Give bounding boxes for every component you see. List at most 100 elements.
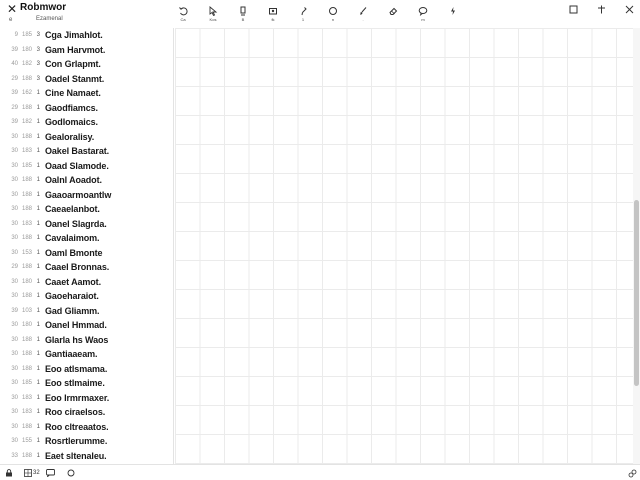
- row-code: 183: [21, 394, 32, 401]
- row-code: 180: [21, 322, 32, 329]
- title-bar: ✕ Robmwor e Ezamenal Ca Kos B fk 1 n . m: [0, 0, 640, 28]
- list-item[interactable]: 30 185 1 Oaad Slamode.: [0, 159, 173, 174]
- scrollbar-thumb[interactable]: [634, 200, 639, 386]
- row-number: 30: [11, 394, 18, 401]
- list-item[interactable]: 30 188 1 Gealoralisy.: [0, 130, 173, 145]
- item-list[interactable]: 9 185 3 Cga Jimahlot. 39 180 3 Gam Harvmot. 40 18…: [0, 28, 174, 464]
- close-icon[interactable]: ✕: [6, 3, 18, 15]
- close-window-icon[interactable]: [624, 4, 634, 14]
- pin-icon[interactable]: [596, 4, 606, 14]
- back-icon[interactable]: e: [9, 17, 12, 23]
- list-item[interactable]: 29 188 1 Gaodfiamcs.: [0, 101, 173, 116]
- chat-icon[interactable]: [46, 468, 56, 478]
- vertical-scrollbar[interactable]: [633, 28, 640, 464]
- list-item[interactable]: 30 155 1 Rosrtlerumme.: [0, 434, 173, 449]
- tool-shape[interactable]: n: [318, 6, 348, 26]
- row-number: 30: [11, 206, 18, 213]
- row-code: 183: [21, 148, 32, 155]
- tool-pointer[interactable]: Kos: [198, 6, 228, 26]
- tool-brush[interactable]: .: [348, 6, 378, 26]
- row-number: 30: [11, 336, 18, 343]
- list-item[interactable]: 29 188 1 Caael Bronnas.: [0, 260, 173, 275]
- brush-icon: [360, 7, 367, 15]
- tool-lightning[interactable]: [438, 6, 468, 26]
- row-number: 30: [11, 133, 18, 140]
- row-code: 188: [21, 235, 32, 242]
- row-code: 162: [21, 90, 32, 97]
- row-flag: 1: [36, 206, 40, 213]
- lock-icon[interactable]: [5, 468, 13, 478]
- list-item[interactable]: 30 188 1 Caeaelanbot.: [0, 202, 173, 217]
- list-item[interactable]: 30 180 1 Oanel Hmmad.: [0, 318, 173, 333]
- row-flag: 1: [36, 365, 40, 372]
- row-number: 39: [11, 46, 18, 53]
- row-number: 30: [11, 220, 18, 227]
- row-label: Cine Namaet.: [45, 88, 101, 99]
- tool-label: m: [421, 17, 425, 22]
- row-flag: 1: [36, 249, 40, 256]
- list-item[interactable]: 30 188 1 Eoo atlsmama.: [0, 362, 173, 377]
- row-number: 39: [11, 90, 18, 97]
- list-item[interactable]: 29 188 3 Oadel Stanmt.: [0, 72, 173, 87]
- list-item[interactable]: 30 183 1 Oakel Bastarat.: [0, 144, 173, 159]
- row-label: Gantiaaeam.: [45, 349, 98, 360]
- list-item[interactable]: 30 188 1 Oalnl Aoadot.: [0, 173, 173, 188]
- list-item[interactable]: 30 153 1 Oaml Bmonte: [0, 246, 173, 261]
- row-number: 30: [11, 438, 18, 445]
- list-item[interactable]: 30 185 1 Eoo stlmaime.: [0, 376, 173, 391]
- list-item[interactable]: 30 188 1 Gaaoarmoantlw: [0, 188, 173, 203]
- tool-pen[interactable]: 1: [288, 6, 318, 26]
- grid-toggle[interactable]: 32: [24, 468, 40, 478]
- list-item[interactable]: 30 188 1 Cavalaimom.: [0, 231, 173, 246]
- list-item[interactable]: 39 182 1 Godlomaics.: [0, 115, 173, 130]
- list-item[interactable]: 30 188 1 Glarla hs Waos: [0, 333, 173, 348]
- row-label: Oanel Hmmad.: [45, 320, 107, 331]
- row-label: Godlomaics.: [45, 117, 98, 128]
- row-label: Oadel Stanmt.: [45, 73, 105, 84]
- row-flag: 1: [36, 235, 40, 242]
- tool-text[interactable]: B: [228, 6, 258, 26]
- minimize-icon[interactable]: [568, 4, 578, 14]
- list-item[interactable]: 30 183 1 Eoo Irmrmaxer.: [0, 391, 173, 406]
- tool-undo[interactable]: Ca: [168, 6, 198, 26]
- row-label: Cga Jimahlot.: [45, 30, 103, 41]
- list-item[interactable]: 30 188 1 Gaoeharaiot.: [0, 289, 173, 304]
- row-flag: 1: [36, 162, 40, 169]
- list-item[interactable]: 40 182 3 Con Grlapmt.: [0, 57, 173, 72]
- list-item[interactable]: 30 180 1 Caaet Aamot.: [0, 275, 173, 290]
- row-number: 9: [14, 32, 18, 39]
- comment-icon: [418, 7, 428, 16]
- row-number: 30: [11, 148, 18, 155]
- row-number: 39: [11, 119, 18, 126]
- row-code: 180: [21, 46, 32, 53]
- grid-canvas[interactable]: [175, 28, 633, 464]
- list-item[interactable]: 39 162 1 Cine Namaet.: [0, 86, 173, 101]
- tool-image[interactable]: fk: [258, 6, 288, 26]
- row-flag: 1: [36, 307, 40, 314]
- row-code: 188: [21, 104, 32, 111]
- row-code: 103: [21, 307, 32, 314]
- row-number: 30: [11, 409, 18, 416]
- row-code: 188: [21, 206, 32, 213]
- row-flag: 3: [36, 46, 40, 53]
- list-item[interactable]: 39 180 3 Gam Harvmot.: [0, 43, 173, 58]
- list-item[interactable]: 30 188 1 Gantiaaeam.: [0, 347, 173, 362]
- row-label: Caaet Aamot.: [45, 276, 101, 287]
- tool-eraser[interactable]: [378, 6, 408, 26]
- list-item[interactable]: 30 183 1 Roo ciraelsos.: [0, 405, 173, 420]
- list-item[interactable]: 39 103 1 Gad Gliamm.: [0, 304, 173, 319]
- tool-label: .: [362, 17, 364, 22]
- row-flag: 1: [36, 264, 40, 271]
- resize-icon[interactable]: [628, 468, 637, 478]
- grid-size: 32: [33, 470, 40, 476]
- eraser-icon: [389, 7, 398, 15]
- toolbar: Ca Kos B fk 1 n . m: [168, 6, 468, 26]
- list-item[interactable]: 33 188 1 Eaet sltenaleu.: [0, 449, 173, 464]
- row-flag: 1: [36, 148, 40, 155]
- list-item[interactable]: 30 183 1 Oanel Slagrda.: [0, 217, 173, 232]
- list-item[interactable]: 9 185 3 Cga Jimahlot.: [0, 28, 173, 43]
- row-flag: 1: [36, 394, 40, 401]
- list-item[interactable]: 30 188 1 Roo cltreaatos.: [0, 420, 173, 435]
- circle-icon[interactable]: [67, 468, 75, 478]
- tool-comment[interactable]: m: [408, 6, 438, 26]
